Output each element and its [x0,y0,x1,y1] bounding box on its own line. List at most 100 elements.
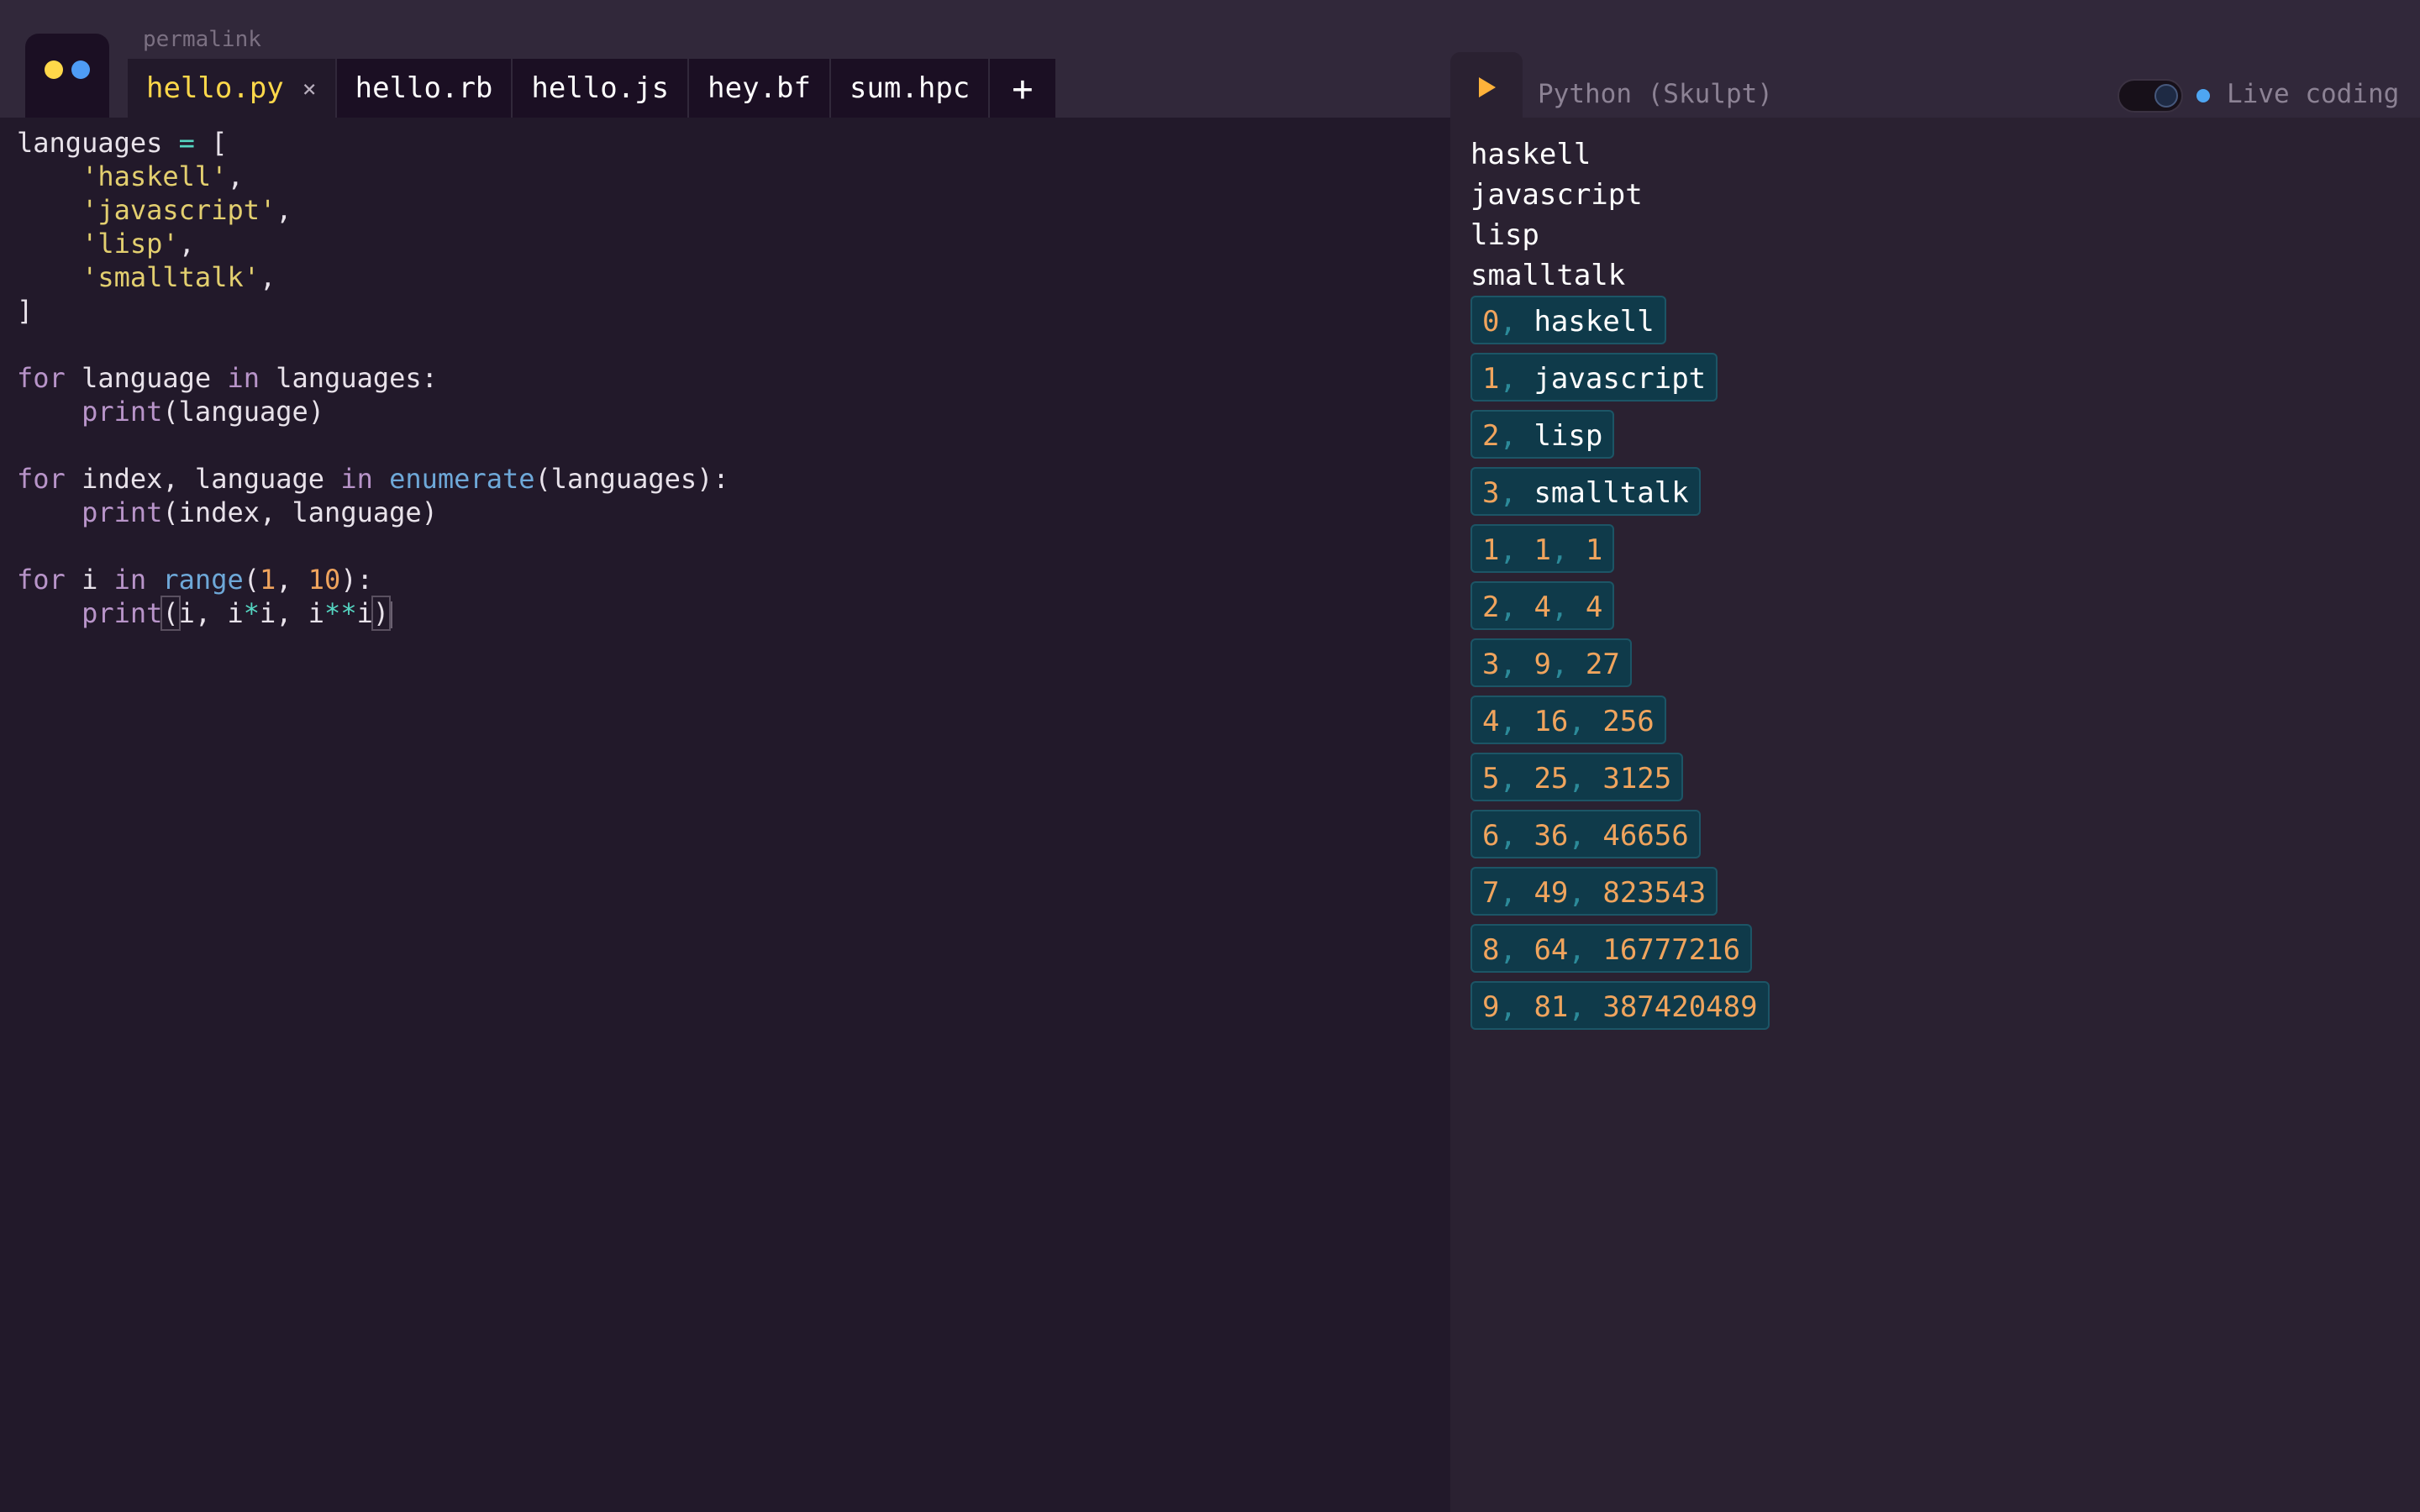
code-token: print [82,496,163,528]
code-token: languages: [259,362,438,394]
code-token: i [356,597,373,629]
output-line: lisp [1470,218,1539,252]
separator: , [1499,362,1534,396]
code-line[interactable]: for index, language in enumerate(languag… [17,462,729,496]
output-line: smalltalk [1470,259,1626,292]
number-value: 36 [1534,819,1569,853]
code-token: 1 [259,564,276,596]
code-token: i, i [178,597,244,629]
separator: , [1568,933,1603,967]
code-token: [ [194,127,228,159]
code-editor[interactable]: languages = [ 'haskell', 'javascript', '… [0,118,1450,1512]
output-panel: Python (Skulpt) Live coding haskell javas… [1450,0,2420,1512]
tab-sum-hpc[interactable]: sum.hpc [830,59,991,118]
language-label: Python (Skulpt) [1538,79,1773,109]
code-line[interactable]: print(index, language) [17,496,729,529]
separator: , [1568,876,1603,910]
code-token: 'lisp' [82,228,179,260]
code-token: 'javascript' [82,194,276,226]
live-coding-label[interactable]: Live coding [2227,79,2399,109]
code-line[interactable]: languages = [ [17,126,729,160]
code-line[interactable] [17,529,729,563]
separator: , [1499,876,1534,910]
code-line[interactable]: print(language) [17,395,729,428]
string-value: smalltalk [1534,476,1689,510]
tab-hey-bf[interactable]: hey.bf [689,59,831,118]
code-line[interactable]: 'haskell', [17,160,729,193]
code-line[interactable] [17,328,729,361]
run-button[interactable] [1450,52,1523,118]
number-value: 1 [1482,362,1500,396]
code-line[interactable]: for language in languages: [17,361,729,395]
separator: , [1499,533,1534,567]
file-tabs: hello.py × hello.rb hello.js hey.bf sum.… [128,59,1057,118]
app-logo[interactable] [25,34,109,118]
output-row: 6, 36, 46656 [1470,810,1770,867]
code-token: languages [17,127,179,159]
number-value: 4 [1482,705,1500,738]
output-tuple: 1, 1, 1 [1470,524,1615,573]
code-token: enumerate [389,463,535,495]
output-tuple: 7, 49, 823543 [1470,867,1718,916]
number-value: 16777216 [1602,933,1741,967]
tab-hello-js[interactable]: hello.js [513,59,690,118]
code-token: for [17,362,66,394]
code-token: = [178,127,195,159]
number-value: 387420489 [1602,990,1758,1024]
output-tuple: 9, 81, 387420489 [1470,981,1770,1030]
code-token: (index, language) [162,496,438,528]
number-value: 25 [1534,762,1569,795]
tab-hello-rb[interactable]: hello.rb [336,59,513,118]
separator: , [1550,533,1586,567]
number-value: 1 [1534,533,1551,567]
close-icon[interactable]: × [302,75,317,102]
code-token: (language) [162,396,325,428]
output-row: 1, 1, 1 [1470,524,1770,581]
output-row: 1, javascript [1470,353,1770,410]
separator: , [1499,762,1534,795]
number-value: 8 [1482,933,1500,967]
tab-label: hey.bf [708,71,811,105]
code-token: i, i [259,597,325,629]
separator: , [1499,305,1534,339]
code-lines[interactable]: languages = [ 'haskell', 'javascript', '… [17,126,729,631]
separator: , [1568,762,1603,795]
code-line[interactable]: for i in range(1, 10): [17,563,729,596]
code-token: in [227,362,260,394]
code-token: in [340,463,373,495]
toggle-knob [2154,84,2178,108]
code-line[interactable]: 'smalltalk', [17,260,729,294]
separator: , [1550,648,1586,681]
code-line[interactable] [17,428,729,462]
code-line[interactable]: 'javascript', [17,193,729,227]
code-token: ] [17,295,34,327]
code-token: in [113,564,147,596]
number-value: 0 [1482,305,1500,339]
output-tuple: 2, 4, 4 [1470,581,1615,630]
code-token: , [276,194,292,226]
code-token: , [259,261,276,293]
code-token: , [227,160,244,192]
output-row: 2, lisp [1470,410,1770,467]
output-tuple: 1, javascript [1470,353,1718,402]
add-tab-button[interactable]: + [990,59,1057,118]
console-output: haskell javascript lisp smalltalk 0, haskell… [1470,134,1770,1038]
code-token: for [17,564,66,596]
output-row: 3, smalltalk [1470,467,1770,524]
code-line[interactable]: ] [17,294,729,328]
code-token: ( [160,596,181,631]
code-line[interactable]: 'lisp', [17,227,729,260]
code-token: print [82,396,163,428]
tab-hello-py[interactable]: hello.py × [128,59,337,118]
separator: , [1499,591,1534,624]
permalink-link[interactable]: permalink [143,27,261,52]
number-value: 49 [1534,876,1569,910]
code-line[interactable]: print(i, i*i, i**i) [17,596,729,631]
separator: , [1499,705,1534,738]
live-coding-toggle[interactable] [2118,79,2183,113]
code-token: ): [340,564,373,596]
